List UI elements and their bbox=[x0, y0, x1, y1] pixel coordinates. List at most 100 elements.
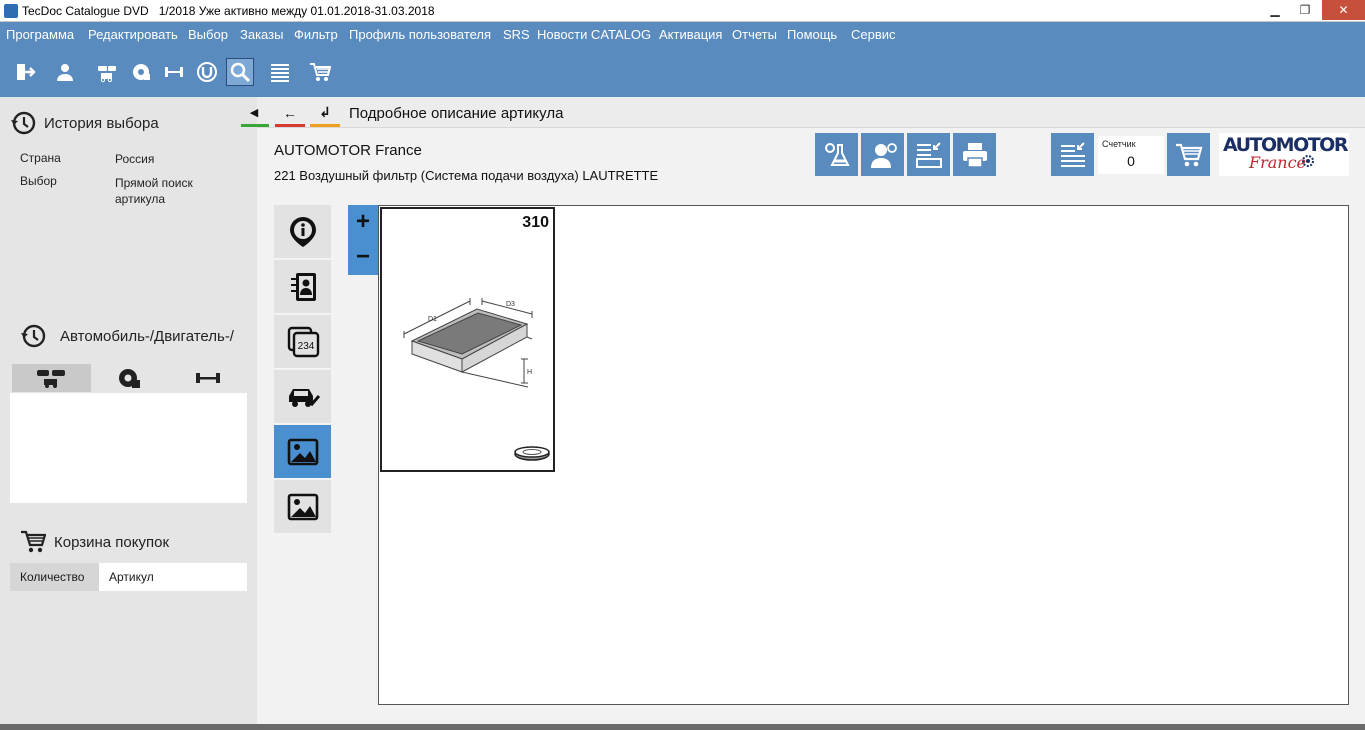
collapse-icon: ◀ bbox=[249, 107, 259, 119]
menu-srs[interactable]: SRS bbox=[503, 27, 530, 42]
bottom-bar bbox=[0, 724, 1365, 730]
maximize-button[interactable]: ❐ bbox=[1290, 0, 1320, 20]
red-underline bbox=[275, 124, 305, 127]
menu-edit[interactable]: Редактировать bbox=[88, 27, 178, 42]
menu-reports[interactable]: Отчеты bbox=[732, 27, 777, 42]
person-info-icon bbox=[870, 142, 897, 168]
close-button[interactable]: ✕ bbox=[1322, 0, 1365, 20]
app-icon bbox=[4, 4, 18, 18]
page-title: Подробное описание артикула bbox=[349, 105, 564, 122]
supplier-info-button[interactable] bbox=[861, 133, 904, 176]
menu-program[interactable]: Программа bbox=[6, 27, 74, 42]
user-icon bbox=[57, 64, 73, 81]
collapse-button[interactable]: ◀ bbox=[241, 99, 269, 127]
zoom-out-button[interactable]: − bbox=[348, 240, 378, 275]
dim-h: H bbox=[527, 369, 532, 376]
cart-col-qty[interactable]: Количество bbox=[10, 563, 99, 591]
axle-icon bbox=[165, 67, 183, 77]
country-value[interactable]: Россия bbox=[115, 152, 154, 166]
info-pin-icon bbox=[289, 216, 316, 247]
main-area: ◀ ← ↲ Подробное описание артикула AUTOMO… bbox=[241, 97, 1365, 724]
user-button[interactable] bbox=[51, 58, 79, 86]
universal-parts-icon bbox=[197, 62, 217, 82]
history-header: История выбора bbox=[10, 110, 159, 136]
vehicle-list[interactable] bbox=[10, 393, 247, 503]
menu-service[interactable]: Сервис bbox=[851, 27, 896, 42]
minimize-button[interactable]: ▁ bbox=[1260, 0, 1290, 20]
list-icon bbox=[271, 64, 289, 82]
menu-select[interactable]: Выбор bbox=[188, 27, 228, 42]
history-title: История выбора bbox=[44, 114, 159, 132]
tab-image-2[interactable] bbox=[274, 480, 331, 534]
menu-help[interactable]: Помощь bbox=[787, 27, 837, 42]
window-title: TecDoc Catalogue DVD 1/2018 Уже активно … bbox=[22, 4, 435, 18]
cart-table: Количество Артикул bbox=[10, 563, 247, 591]
cart-icon bbox=[1175, 143, 1202, 166]
logo-line2: France bbox=[1249, 153, 1307, 172]
return-button[interactable]: ↲ bbox=[310, 99, 340, 127]
selection-value[interactable]: Прямой поиск bbox=[115, 176, 193, 190]
print-button[interactable] bbox=[953, 133, 996, 176]
search-button[interactable] bbox=[226, 58, 254, 86]
cart-icon bbox=[310, 63, 331, 81]
selection-label: Выбор bbox=[20, 174, 57, 188]
title-bar: TecDoc Catalogue DVD 1/2018 Уже активно … bbox=[0, 0, 1365, 22]
list-import-button[interactable] bbox=[1051, 133, 1094, 176]
back-arrow-icon: ← bbox=[283, 104, 297, 121]
list-button[interactable] bbox=[266, 58, 294, 86]
tab-numbers[interactable]: 234 bbox=[274, 315, 331, 369]
tab-vehicles[interactable] bbox=[12, 364, 91, 392]
left-panel: История выбора Страна Россия Выбор Прямо… bbox=[0, 97, 257, 724]
tab-axles[interactable] bbox=[168, 364, 247, 392]
cart-title: Корзина покупок bbox=[54, 533, 170, 551]
green-underline bbox=[241, 124, 269, 127]
history-icon bbox=[21, 324, 46, 348]
menu-news[interactable]: Новости CATALOG bbox=[537, 27, 651, 42]
import-button[interactable] bbox=[907, 133, 950, 176]
universal-parts-button[interactable] bbox=[193, 58, 221, 86]
flask-icon bbox=[824, 142, 850, 166]
image-viewer: 310 D1 D3 H bbox=[378, 205, 1349, 705]
history-icon bbox=[11, 111, 36, 135]
tab-vehicle-check[interactable] bbox=[274, 370, 331, 424]
tab-contacts[interactable] bbox=[274, 260, 331, 314]
tab-info[interactable] bbox=[274, 205, 331, 259]
add-to-cart-button[interactable] bbox=[1167, 133, 1210, 176]
image-thumbnail[interactable]: 310 D1 D3 H bbox=[380, 207, 555, 472]
contact-book-icon bbox=[290, 272, 316, 301]
cart-button[interactable] bbox=[306, 58, 334, 86]
air-filter-drawing: D1 D3 H bbox=[403, 298, 550, 461]
nav-strip: ◀ ← ↲ Подробное описание артикула bbox=[241, 97, 1365, 128]
image-icon bbox=[287, 438, 318, 465]
brand-logo: AUTOMOTOR France bbox=[1219, 133, 1349, 176]
cart-icon bbox=[21, 530, 46, 553]
exit-button[interactable] bbox=[11, 58, 39, 86]
orange-underline bbox=[310, 124, 340, 127]
toolbar bbox=[0, 48, 1365, 97]
menu-filter[interactable]: Фильтр bbox=[294, 27, 338, 42]
vehicles-button[interactable] bbox=[93, 58, 121, 86]
menu-bar: Программа Редактировать Выбор Заказы Фил… bbox=[0, 22, 1365, 48]
axle-button[interactable] bbox=[160, 58, 188, 86]
engine-icon bbox=[118, 369, 140, 388]
counter-label: Счетчик bbox=[1102, 139, 1136, 149]
menu-orders[interactable]: Заказы bbox=[240, 27, 283, 42]
tab-image[interactable] bbox=[274, 425, 331, 479]
menu-user-profile[interactable]: Профиль пользователя bbox=[349, 27, 491, 42]
return-arrow-icon: ↲ bbox=[319, 104, 331, 120]
article-brand: AUTOMOTOR France bbox=[274, 142, 422, 159]
engine-button[interactable] bbox=[127, 58, 155, 86]
country-label: Страна bbox=[20, 151, 61, 165]
criteria-button[interactable] bbox=[815, 133, 858, 176]
numbers-icon: 234 bbox=[287, 326, 319, 357]
cart-col-article[interactable]: Артикул bbox=[99, 563, 247, 591]
tab-engines[interactable] bbox=[89, 364, 168, 392]
counter-value: 0 bbox=[1127, 153, 1135, 169]
back-button[interactable]: ← bbox=[275, 99, 305, 127]
selection-value-cont[interactable]: артикула bbox=[115, 192, 165, 206]
cart-header: Корзина покупок bbox=[20, 529, 169, 555]
zoom-in-button[interactable]: + bbox=[348, 205, 378, 240]
printer-icon bbox=[962, 142, 987, 168]
car-check-icon bbox=[288, 388, 320, 407]
menu-activation[interactable]: Активация bbox=[659, 27, 722, 42]
